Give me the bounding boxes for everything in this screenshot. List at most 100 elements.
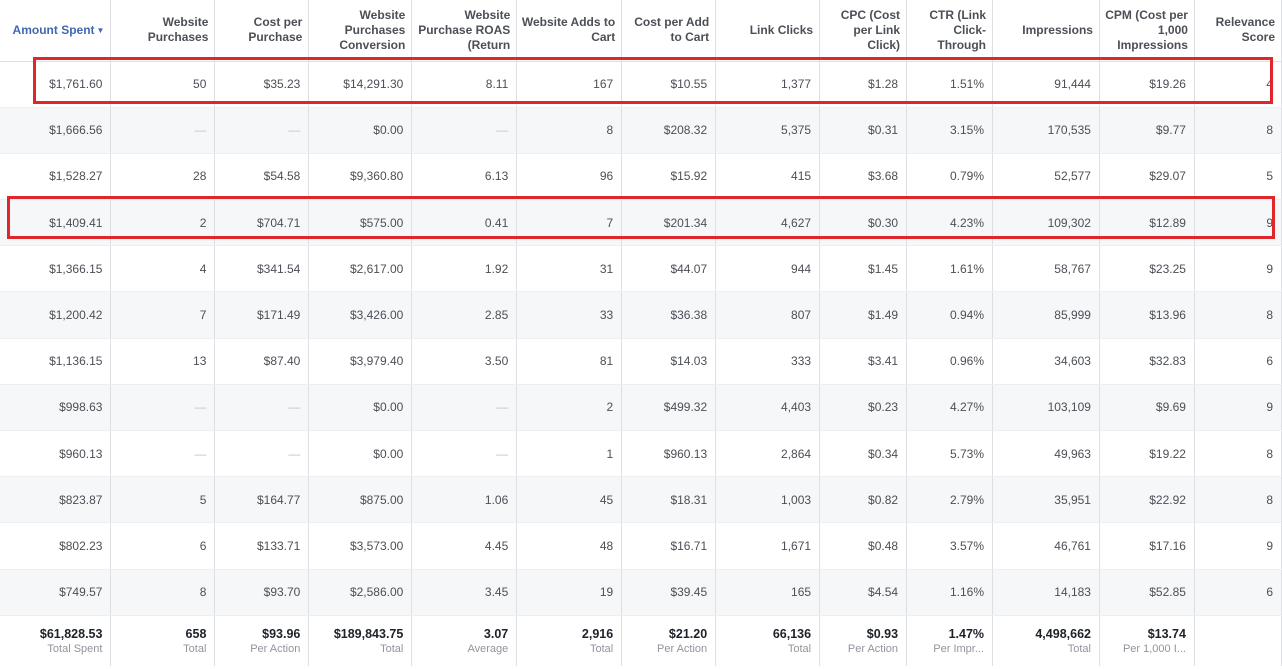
table-row[interactable]: $1,528.27 28 $54.58 $9,360.80 6.13 96 $15.92 41… [0, 153, 1282, 201]
cell-ctr-link-click-through: 3.57% [906, 522, 994, 570]
column-header-label: CPM (Cost per 1,000 Impressions [1105, 7, 1188, 52]
total-label: Per 1,000 I... [1122, 642, 1186, 655]
column-header-amount-spent[interactable]: Amount Spent ▼ [0, 0, 112, 62]
total-label: Total [380, 642, 404, 655]
column-header-cost-per-purchase[interactable]: Cost per Purchase [214, 0, 310, 62]
column-header-link-clicks[interactable]: Link Clicks [715, 0, 821, 62]
table-row[interactable]: $1,136.15 13 $87.40 $3,979.40 3.50 81 $14.03 33… [0, 338, 1282, 385]
column-header-cpm-cost-per-1-000-impressions[interactable]: CPM (Cost per 1,000 Impressions [1099, 0, 1195, 62]
total-cell-website-purchases-conversion: $189,843.75 Total [308, 614, 413, 667]
cell-website-purchases-conversion: $875.00 [308, 476, 413, 524]
total-value: $0.93 [866, 626, 899, 641]
cell-amount-spent: $802.23 [0, 522, 112, 570]
cell-link-clicks: 1,671 [715, 522, 821, 570]
column-header-website-adds-to-cart[interactable]: Website Adds to Cart [516, 0, 623, 62]
cell-website-purchases: 13 [110, 338, 216, 385]
cell-website-purchases: 7 [110, 291, 216, 339]
cell-cost-per-purchase: — [214, 430, 310, 478]
cell-website-purchase-roas-return: 1.92 [411, 245, 518, 293]
column-header-label: Website Purchases [147, 15, 209, 45]
cell-link-clicks: 5,375 [715, 107, 821, 154]
cell-cost-per-purchase: $171.49 [214, 291, 310, 339]
total-label: Total Spent [47, 642, 103, 655]
total-cell-cpc-cost-per-link-click: $0.93 Per Action [819, 614, 908, 667]
cell-website-purchases-conversion: $0.00 [308, 107, 413, 154]
table-row[interactable]: $1,761.60 50 $35.23 $14,291.30 8.11 167 $10.55… [0, 61, 1282, 108]
total-cell-website-purchase-roas-return: 3.07 Average [411, 614, 518, 667]
cell-website-adds-to-cart: 1 [516, 430, 623, 478]
cell-website-purchase-roas-return: — [411, 107, 518, 154]
cell-website-purchases-conversion: $9,360.80 [308, 153, 413, 201]
table-row[interactable]: $1,409.41 2 $704.71 $575.00 0.41 7 $201.34 4,62… [0, 199, 1282, 247]
cell-website-purchase-roas-return: 2.85 [411, 291, 518, 339]
total-value: 4,498,662 [1035, 626, 1091, 641]
cell-website-purchase-roas-return: 3.50 [411, 338, 518, 385]
cell-link-clicks: 4,403 [715, 384, 821, 432]
cell-website-purchase-roas-return: 8.11 [411, 61, 518, 108]
cell-cost-per-add-to-cart: $201.34 [621, 199, 717, 247]
table-row[interactable]: $802.23 6 $133.71 $3,573.00 4.45 48 $16.71 1,67… [0, 522, 1282, 570]
cell-website-adds-to-cart: 48 [516, 522, 623, 570]
cell-ctr-link-click-through: 1.51% [906, 61, 994, 108]
cell-relevance-score: 6 [1194, 338, 1282, 385]
table-row[interactable]: $998.63— — $0.00—2 $499.32 4,403 $0.23 4.27% 10… [0, 384, 1282, 432]
cell-cpm-cost-per-1-000-impressions: $23.25 [1099, 245, 1195, 293]
column-header-relevance-score[interactable]: Relevance Score [1194, 0, 1282, 62]
cell-cpc-cost-per-link-click: $3.68 [819, 153, 908, 201]
column-header-website-purchases[interactable]: Website Purchases [110, 0, 216, 62]
cell-cost-per-purchase: $54.58 [214, 153, 310, 201]
cell-amount-spent: $749.57 [0, 569, 112, 616]
cell-website-purchases-conversion: $2,586.00 [308, 569, 413, 616]
column-header-cpc-cost-per-link-click[interactable]: CPC (Cost per Link Click) [819, 0, 908, 62]
cell-cpc-cost-per-link-click: $0.82 [819, 476, 908, 524]
cell-amount-spent: $1,666.56 [0, 107, 112, 154]
cell-website-purchase-roas-return: — [411, 430, 518, 478]
column-header-label: Website Adds to Cart [521, 15, 616, 45]
table-row[interactable]: $1,200.42 7 $171.49 $3,426.00 2.85 33 $36.38 80… [0, 291, 1282, 339]
table-row[interactable]: $749.57 8 $93.70 $2,586.00 3.45 19 $39.45 165 $4… [0, 569, 1282, 616]
cell-cpm-cost-per-1-000-impressions: $29.07 [1099, 153, 1195, 201]
total-value: 1.47% [948, 626, 985, 641]
sort-descending-icon[interactable]: ▼ [97, 26, 105, 35]
cell-relevance-score: 8 [1194, 430, 1282, 478]
column-header-cost-per-add-to-cart[interactable]: Cost per Add to Cart [621, 0, 717, 62]
column-header-impressions[interactable]: Impressions [992, 0, 1100, 62]
cell-amount-spent: $1,761.60 [0, 61, 112, 108]
cell-relevance-score: 9 [1194, 384, 1282, 432]
cell-cost-per-purchase: $164.77 [214, 476, 310, 524]
total-value: 2,916 [581, 626, 614, 641]
cell-relevance-score: 9 [1194, 245, 1282, 293]
cell-relevance-score: 9 [1194, 199, 1282, 247]
column-header-ctr-link-click-through[interactable]: CTR (Link Click-Through [906, 0, 994, 62]
column-header-label: Cost per Purchase [248, 15, 303, 45]
cell-website-purchase-roas-return: 4.45 [411, 522, 518, 570]
cell-impressions: 52,577 [992, 153, 1100, 201]
column-header-website-purchase-roas-return[interactable]: Website Purchase ROAS (Return [411, 0, 518, 62]
cell-amount-spent: $1,136.15 [0, 338, 112, 385]
column-header-label: Link Clicks [749, 22, 814, 37]
cell-cost-per-add-to-cart: $36.38 [621, 291, 717, 339]
cell-cost-per-purchase: — [214, 107, 310, 154]
cell-website-adds-to-cart: 19 [516, 569, 623, 616]
cell-website-purchase-roas-return: 0.41 [411, 199, 518, 247]
cell-ctr-link-click-through: 1.61% [906, 245, 994, 293]
cell-website-purchases: 5 [110, 476, 216, 524]
column-header-label: Website Purchase ROAS (Return [418, 7, 511, 52]
column-header-website-purchases-conversion[interactable]: Website Purchases Conversion [308, 0, 413, 62]
table-row[interactable]: $960.13— — $0.00—1 $960.13 2,864 $0.34 5.73% 49… [0, 430, 1282, 478]
total-cell-cost-per-purchase: $93.96 Per Action [214, 614, 310, 667]
cell-impressions: 58,767 [992, 245, 1100, 293]
cell-impressions: 109,302 [992, 199, 1100, 247]
total-cell-impressions: 4,498,662 Total [992, 614, 1100, 667]
cell-cost-per-add-to-cart: $18.31 [621, 476, 717, 524]
total-value: $21.20 [668, 626, 708, 641]
cell-cost-per-purchase: $35.23 [214, 61, 310, 108]
table-row[interactable]: $1,666.56— — $0.00—8 $208.32 5,375 $0.31 3.15%… [0, 107, 1282, 154]
cell-website-purchases: 50 [110, 61, 216, 108]
cell-cpc-cost-per-link-click: $0.23 [819, 384, 908, 432]
table-row[interactable]: $1,366.15 4 $341.54 $2,617.00 1.92 31 $44.07 94… [0, 245, 1282, 293]
cell-website-purchases-conversion: $3,426.00 [308, 291, 413, 339]
cell-cost-per-add-to-cart: $960.13 [621, 430, 717, 478]
table-row[interactable]: $823.87 5 $164.77 $875.00 1.06 45 $18.31 1,003 $… [0, 476, 1282, 524]
cell-website-purchase-roas-return: 3.45 [411, 569, 518, 616]
